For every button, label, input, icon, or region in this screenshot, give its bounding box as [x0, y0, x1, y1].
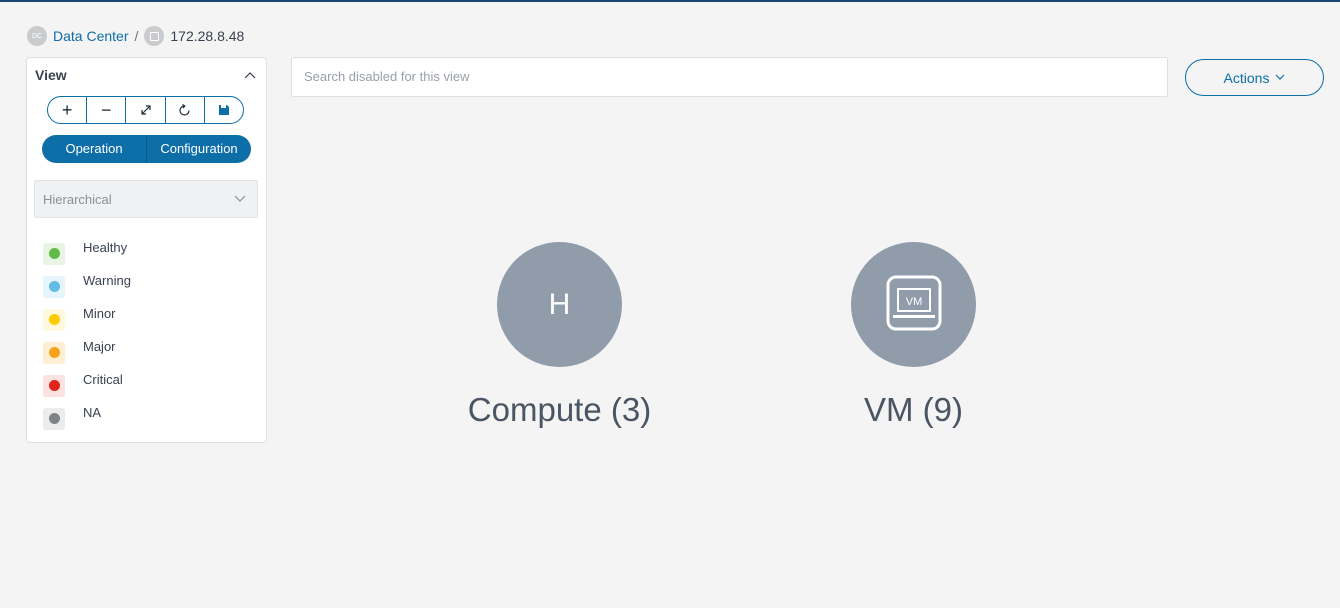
- legend-label: Minor: [83, 306, 116, 321]
- legend-label: Warning: [83, 273, 131, 288]
- vm-icon-text: VM: [905, 296, 922, 308]
- status-dot-icon: [48, 347, 60, 358]
- legend-swatch: [43, 275, 65, 298]
- refresh-icon: [179, 103, 190, 116]
- save-layout-button[interactable]: [205, 97, 243, 123]
- health-legend: Healthy Warning Minor Major Critical NA: [43, 234, 131, 432]
- top-accent-line: [0, 0, 1340, 2]
- vm-icon: VM: [886, 275, 941, 330]
- refresh-button[interactable]: [166, 97, 205, 123]
- layout-select[interactable]: Hierarchical: [34, 180, 258, 218]
- compute-node[interactable]: H Compute (3): [452, 242, 667, 429]
- compute-node-circle[interactable]: H: [497, 242, 622, 367]
- status-dot-icon: [48, 413, 60, 424]
- actions-label: Actions: [1223, 69, 1270, 86]
- breadcrumb: DC Data Center / 172.28.8.48: [27, 26, 244, 46]
- legend-swatch: [43, 308, 65, 331]
- actions-button[interactable]: Actions: [1185, 59, 1324, 96]
- zoom-out-button[interactable]: −: [87, 97, 127, 123]
- operation-mode-button[interactable]: Operation: [42, 135, 146, 163]
- legend-label: NA: [83, 405, 102, 420]
- status-dot-icon: [48, 248, 60, 259]
- breadcrumb-separator: /: [134, 28, 139, 44]
- mode-toggle: Operation Configuration: [42, 135, 251, 163]
- legend-swatch: [43, 407, 65, 430]
- chevron-down-icon: [234, 195, 246, 202]
- legend-swatch: [43, 341, 65, 364]
- breadcrumb-current: 172.28.8.48: [170, 28, 245, 44]
- legend-item-major: Major: [43, 333, 131, 366]
- layout-select-value: Hierarchical: [43, 191, 112, 207]
- graph-toolbar: + −: [47, 96, 244, 124]
- host-letter-icon: H: [548, 287, 571, 321]
- legend-swatch: [43, 374, 65, 397]
- zoom-in-button[interactable]: +: [48, 97, 88, 123]
- chevron-up-icon[interactable]: [243, 70, 257, 80]
- vm-node-label: VM (9): [864, 391, 963, 428]
- status-dot-icon: [48, 314, 60, 325]
- expand-icon: [140, 105, 151, 115]
- legend-label: Critical: [83, 372, 123, 387]
- plus-icon: +: [61, 99, 73, 120]
- save-icon: [218, 105, 229, 115]
- legend-item-healthy: Healthy: [43, 234, 131, 267]
- view-panel: View + − Operation Configuration Hierarc…: [26, 57, 267, 443]
- legend-item-critical: Critical: [43, 366, 131, 399]
- vm-node-circle[interactable]: VM: [851, 242, 976, 367]
- legend-item-na: NA: [43, 399, 131, 432]
- chevron-down-icon: [1276, 74, 1285, 80]
- minus-icon: −: [101, 99, 112, 120]
- view-panel-title: View: [35, 67, 67, 83]
- legend-label: Healthy: [83, 240, 128, 255]
- status-dot-icon: [48, 380, 60, 391]
- host-icon: [144, 26, 165, 46]
- legend-label: Major: [83, 339, 116, 354]
- fit-view-button[interactable]: [126, 97, 166, 123]
- breadcrumb-data-center[interactable]: Data Center: [53, 28, 128, 44]
- data-center-icon: DC: [27, 26, 47, 46]
- status-dot-icon: [48, 281, 60, 292]
- search-input[interactable]: [292, 58, 1167, 96]
- configuration-mode-button[interactable]: Configuration: [147, 135, 251, 163]
- vm-node[interactable]: VM VM (9): [806, 242, 1021, 429]
- compute-node-label: Compute (3): [467, 391, 652, 428]
- legend-item-minor: Minor: [43, 300, 131, 333]
- search-box: [291, 57, 1168, 97]
- legend-swatch: [43, 242, 65, 265]
- legend-item-warning: Warning: [43, 267, 131, 300]
